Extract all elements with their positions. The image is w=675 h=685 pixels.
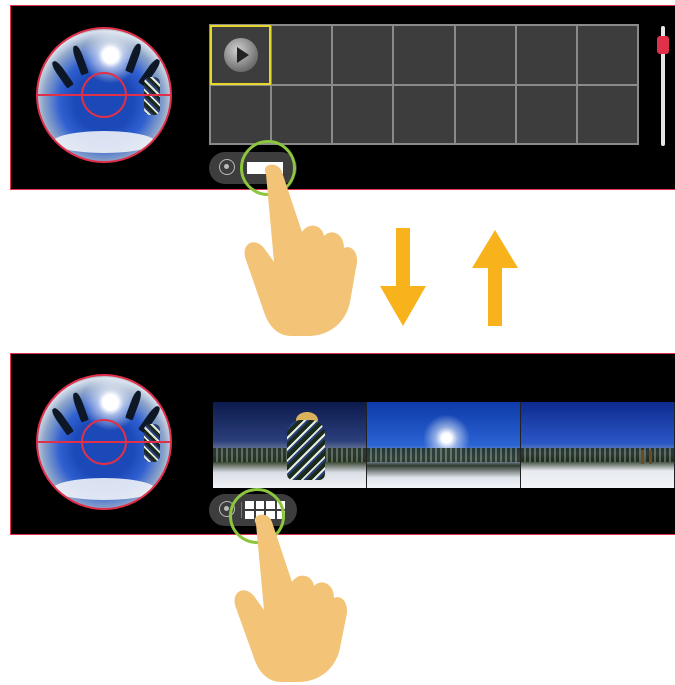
filmstrip-frame[interactable] xyxy=(367,402,521,488)
grid-cell[interactable] xyxy=(271,25,333,85)
filmstrip-frame[interactable] xyxy=(521,402,675,488)
filmstrip-view-panel xyxy=(10,353,675,535)
grid-cell[interactable] xyxy=(393,25,455,85)
zoom-slider-thumb[interactable] xyxy=(657,36,669,55)
thumbnail-grid xyxy=(209,24,639,145)
grid-cell[interactable] xyxy=(576,84,638,144)
filmstrip-frame[interactable] xyxy=(213,402,367,488)
panorama-filmstrip[interactable] xyxy=(213,402,675,488)
grid-cell[interactable] xyxy=(576,25,638,85)
fisheye-preview[interactable] xyxy=(36,374,172,510)
grid-cell[interactable] xyxy=(515,84,577,144)
grid-cell[interactable] xyxy=(332,84,394,144)
crosshair-ring xyxy=(81,72,127,118)
arrow-down-icon xyxy=(380,228,426,326)
crosshair-ring xyxy=(81,419,127,465)
grid-cell[interactable] xyxy=(332,25,394,85)
fisheye-preview[interactable] xyxy=(36,27,172,163)
grid-cell[interactable] xyxy=(393,84,455,144)
tap-hand-icon xyxy=(244,164,358,336)
grid-cell-selected[interactable] xyxy=(210,25,272,85)
grid-cell[interactable] xyxy=(454,25,516,85)
grid-cell[interactable] xyxy=(271,84,333,144)
camera-mode-icon[interactable] xyxy=(219,159,235,175)
tap-hand-icon xyxy=(234,514,348,682)
grid-cell[interactable] xyxy=(454,84,516,144)
arrow-up-icon xyxy=(472,230,518,326)
grid-cell[interactable] xyxy=(210,84,272,144)
grid-cell[interactable] xyxy=(515,25,577,85)
play-icon[interactable] xyxy=(223,37,258,72)
